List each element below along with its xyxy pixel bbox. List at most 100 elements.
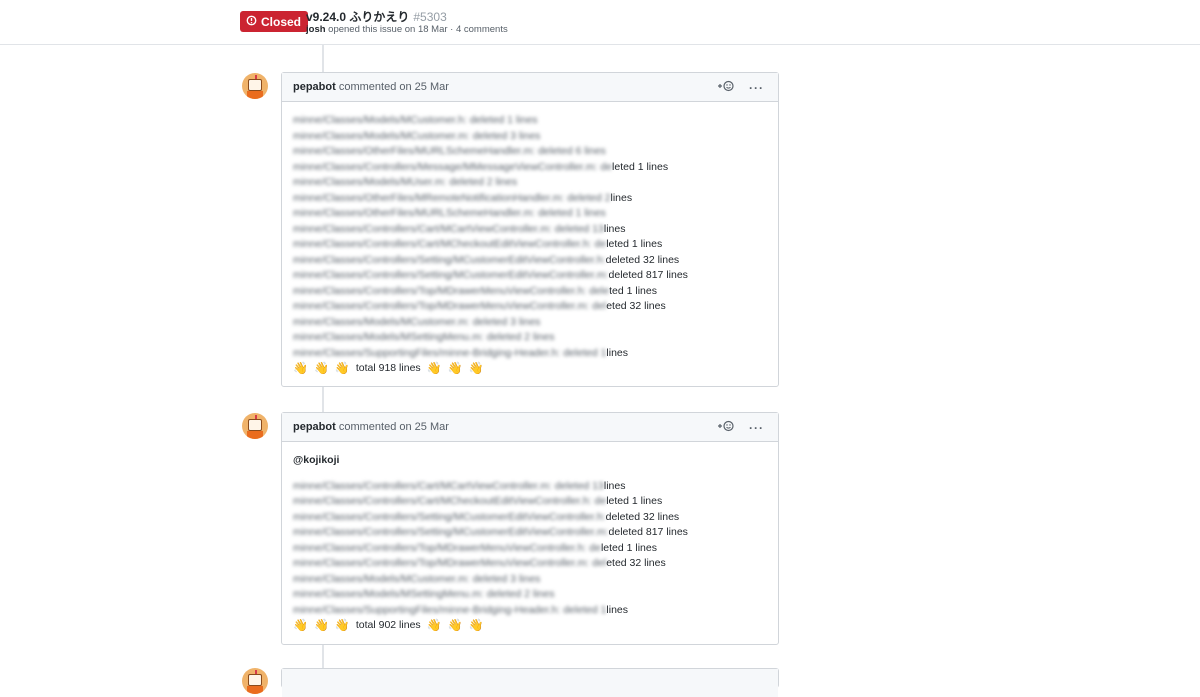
blurred-file-path: minne/Classes/Controllers/Cart/MCartView…	[293, 479, 604, 492]
blurred-file-path: minne/Classes/OtherFiles/MURLSchemeHandl…	[293, 145, 606, 157]
comment-date[interactable]: commented on 25 Mar	[339, 421, 449, 433]
visible-line-text: deleted 32 lines	[605, 510, 680, 523]
file-line: minne/Classes/SupportingFiles/minne-Brid…	[293, 603, 688, 619]
file-line: minne/Classes/Models/MCustomer.m: delete…	[293, 572, 688, 588]
blurred-file-path: minne/Classes/Models/MCustomer.m: delete…	[293, 315, 541, 328]
blurred-file-path: minne/Classes/Controllers/Top/MDrawerMen…	[293, 541, 601, 554]
visible-line-text: eted 32 lines	[606, 300, 666, 312]
blurred-file-path: minne/Classes/Controllers/Setting/MCusto…	[293, 269, 609, 281]
file-line: minne/Classes/Controllers/Setting/MCusto…	[293, 253, 688, 269]
file-line: minne/Classes/Controllers/Cart/MCheckout…	[293, 494, 688, 510]
blurred-file-path: minne/Classes/Controllers/Top/MDrawerMen…	[293, 284, 610, 297]
issue-number: #5303	[413, 10, 447, 24]
avatar[interactable]	[242, 413, 268, 439]
kebab-icon[interactable]: ···	[749, 421, 764, 435]
file-line: minne/Classes/OtherFiles/MRemoteNotifica…	[293, 191, 688, 207]
smiley-plus-icon[interactable]	[717, 80, 735, 95]
blurred-file-path: minne/Classes/Models/MSettingMenu.m: del…	[293, 331, 555, 343]
blurred-file-path: minne/Classes/Controllers/Cart/MCartView…	[293, 222, 604, 235]
file-line: minne/Classes/Controllers/Setting/MCusto…	[293, 268, 688, 284]
file-line: minne/Classes/Controllers/Setting/MCusto…	[293, 510, 688, 526]
comment-1: pepabot commented on 25 Mar ··· minne/Cl…	[281, 72, 779, 387]
visible-line-text: deleted 817 lines	[608, 526, 688, 538]
file-line: minne/Classes/Models/MSettingMenu.m: del…	[293, 330, 688, 346]
blurred-file-path: minne/Classes/Controllers/Top/MDrawerMen…	[293, 557, 607, 569]
visible-line-text: ted 1 lines	[609, 284, 657, 297]
visible-line-text: deleted 817 lines	[608, 269, 688, 281]
total-text: total 902 lines	[355, 619, 421, 631]
blurred-file-path: minne/Classes/SupportingFiles/minne-Brid…	[293, 346, 607, 359]
wave-emoji-left: 👋	[334, 618, 350, 632]
blurred-file-path: minne/Classes/Controllers/Cart/MCheckout…	[293, 495, 607, 507]
file-line: minne/Classes/OtherFiles/MURLSchemeHandl…	[293, 144, 688, 160]
blurred-file-path: minne/Classes/Models/MCustomer.h: delete…	[293, 114, 538, 126]
visible-line-text: lines	[603, 222, 626, 235]
comment-author[interactable]: pepabot	[293, 421, 336, 433]
mention-link[interactable]: @kojikoji	[293, 453, 688, 469]
avatar[interactable]	[242, 73, 268, 99]
file-line: minne/Classes/Controllers/Top/MDrawerMen…	[293, 556, 688, 572]
kebab-icon[interactable]: ···	[749, 81, 764, 95]
comment-header: pepabot commented on 25 Mar ···	[282, 73, 778, 102]
blurred-file-path: minne/Classes/Models/MCustomer.m: delete…	[293, 572, 541, 585]
issue-meta-text: opened this issue on 18 Mar · 4 comments	[328, 24, 508, 35]
wave-emoji-right: 👋	[426, 618, 442, 632]
wave-emoji-left: 👋	[293, 361, 308, 375]
visible-line-text: eted 32 lines	[606, 557, 666, 569]
blurred-file-path: minne/Classes/Models/MSettingMenu.m: del…	[293, 588, 555, 600]
issue-closed-icon	[246, 15, 257, 29]
issue-title-text: v9.24.0 ふりかえり	[306, 10, 410, 24]
file-line: minne/Classes/Models/MCustomer.h: delete…	[293, 113, 688, 129]
issue-author-link[interactable]: josh	[306, 24, 326, 35]
file-line: minne/Classes/Controllers/Setting/MCusto…	[293, 525, 688, 541]
wave-emoji-left: 👋	[313, 618, 329, 632]
file-line: minne/Classes/Controllers/Top/MDrawerMen…	[293, 284, 688, 300]
visible-line-text: lines	[606, 346, 629, 359]
comment-date[interactable]: commented on 25 Mar	[339, 81, 449, 93]
blurred-file-path: minne/Classes/Controllers/Message/MMessa…	[293, 160, 613, 173]
wave-emoji-right: 👋	[468, 618, 484, 632]
status-label: Closed	[261, 14, 302, 29]
wave-emoji-right: 👋	[447, 618, 463, 632]
smiley-plus-icon[interactable]	[717, 420, 735, 435]
wave-emoji-left: 👋	[334, 361, 350, 375]
comment-header	[282, 669, 778, 697]
blurred-file-path: minne/Classes/Models/MUser.m: deleted 2 …	[293, 176, 518, 188]
blurred-file-path: minne/Classes/SupportingFiles/minne-Brid…	[293, 603, 607, 616]
blurred-file-path: minne/Classes/Models/MCustomer.m: delete…	[293, 129, 541, 142]
wave-emoji-right: 👋	[468, 361, 484, 375]
file-line: minne/Classes/Controllers/Top/MDrawerMen…	[293, 541, 688, 557]
wave-emoji-left: 👋	[313, 361, 329, 375]
file-line: minne/Classes/Controllers/Cart/MCheckout…	[293, 237, 688, 253]
comment-author[interactable]: pepabot	[293, 81, 336, 93]
wave-emoji-right: 👋	[447, 361, 463, 375]
total-text: total 918 lines	[355, 362, 421, 374]
issue-header: Closed v9.24.0 ふりかえり #5303 josh opened th…	[0, 0, 1200, 45]
blurred-file-path: minne/Classes/Controllers/Top/MDrawerMen…	[293, 300, 607, 312]
status-badge: Closed	[240, 11, 309, 32]
blurred-file-path: minne/Classes/OtherFiles/MURLSchemeHandl…	[293, 207, 606, 219]
issue-title: v9.24.0 ふりかえり #5303	[306, 8, 447, 25]
comment-header: pepabot commented on 25 Mar ···	[282, 413, 778, 442]
issue-meta: josh opened this issue on 18 Mar · 4 com…	[306, 24, 508, 35]
file-line: minne/Classes/Models/MCustomer.m: delete…	[293, 315, 688, 331]
wave-emoji-right: 👋	[426, 361, 442, 375]
blurred-file-path: minne/Classes/Controllers/Setting/MCusto…	[293, 510, 606, 523]
blurred-file-path: minne/Classes/Controllers/Cart/MCheckout…	[293, 238, 607, 250]
file-line: minne/Classes/OtherFiles/MURLSchemeHandl…	[293, 206, 688, 222]
avatar[interactable]	[242, 668, 268, 694]
visible-line-text: deleted 32 lines	[605, 253, 680, 266]
total-line: 👋 👋 👋 total 918 lines 👋 👋 👋	[293, 361, 688, 377]
file-line: minne/Classes/Controllers/Cart/MCartView…	[293, 222, 688, 238]
file-line: minne/Classes/Controllers/Message/MMessa…	[293, 160, 688, 176]
file-line: minne/Classes/SupportingFiles/minne-Brid…	[293, 346, 688, 362]
visible-line-text: leted 1 lines	[612, 160, 669, 173]
comment-body: minne/Classes/Models/MCustomer.h: delete…	[293, 113, 688, 377]
file-line: minne/Classes/Models/MCustomer.m: delete…	[293, 129, 688, 145]
file-line: minne/Classes/Models/MUser.m: deleted 2 …	[293, 175, 688, 191]
total-line: 👋 👋 👋 total 902 lines 👋 👋 👋	[293, 618, 688, 634]
blurred-file-path: minne/Classes/OtherFiles/MRemoteNotifica…	[293, 191, 611, 204]
comment-3	[281, 668, 779, 697]
file-line: minne/Classes/Controllers/Top/MDrawerMen…	[293, 299, 688, 315]
comment-body: @kojikoji minne/Classes/Controllers/Cart/…	[293, 453, 688, 634]
